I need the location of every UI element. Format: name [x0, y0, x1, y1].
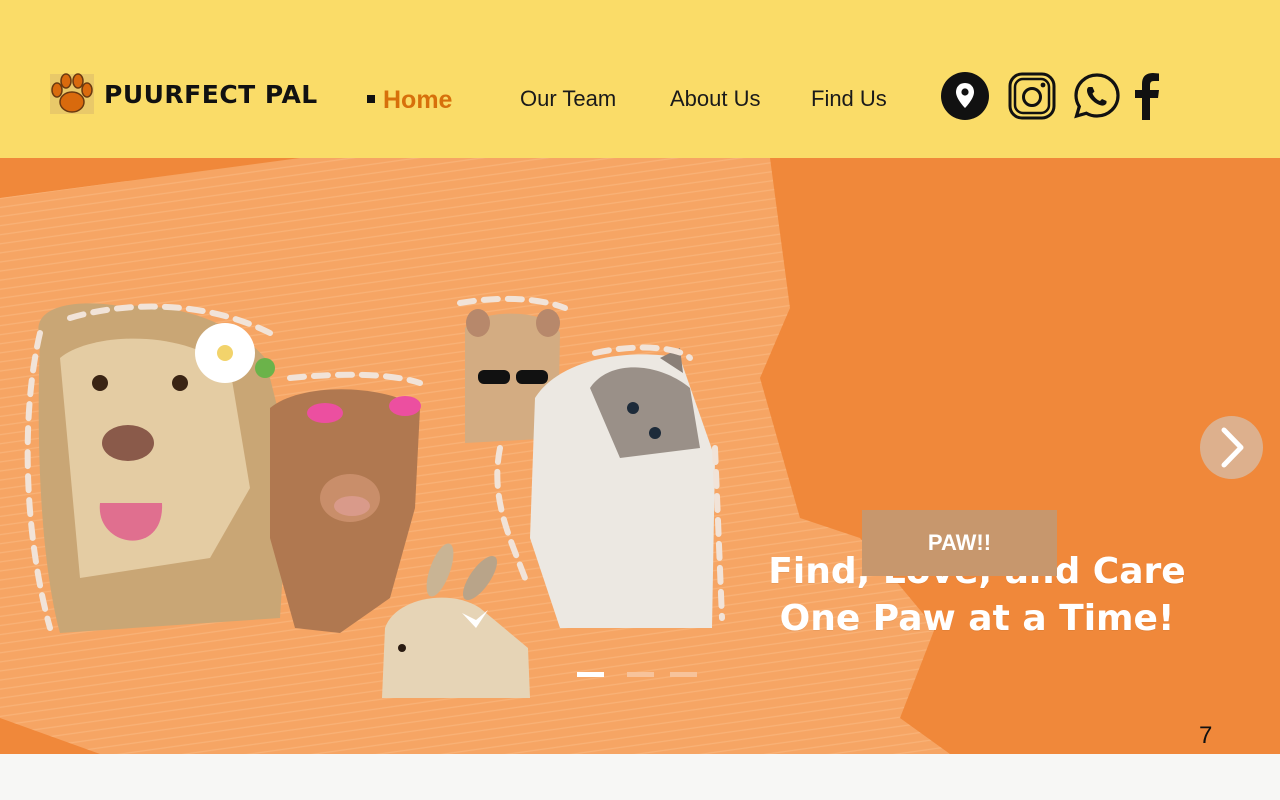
next-slide-button[interactable]	[1200, 416, 1263, 479]
slide-dot-3[interactable]	[670, 672, 697, 677]
slide-dot-2[interactable]	[627, 672, 654, 677]
rabbit-photo	[382, 543, 530, 698]
nav-about-us[interactable]: About Us	[670, 86, 761, 112]
whatsapp-icon[interactable]	[1073, 72, 1121, 120]
brand-name: PUURFECT PAL	[104, 79, 318, 109]
paw-button[interactable]: PAW!!	[862, 510, 1057, 576]
dog-photo	[38, 303, 290, 633]
page-number: 7	[1199, 722, 1213, 749]
location-pin-icon[interactable]	[941, 72, 989, 120]
hero-headline-line-2: One Paw at a Time!	[779, 598, 1175, 639]
pet-collage	[24, 295, 725, 698]
instagram-icon[interactable]	[1008, 72, 1056, 120]
next-section-edge	[0, 754, 1280, 800]
site-header: PUURFECT PAL Home Our Team About Us Find…	[0, 0, 1280, 158]
chevron-right-icon	[1221, 427, 1244, 468]
slide-dot-1[interactable]	[577, 672, 604, 677]
calf-photo	[270, 389, 421, 633]
paw-icon	[50, 73, 94, 114]
cat-photo	[530, 348, 715, 628]
nav-find-us[interactable]: Find Us	[811, 86, 887, 112]
nav-home[interactable]: Home	[383, 86, 452, 115]
brand-logo[interactable]: PUURFECT PAL	[48, 70, 318, 118]
nav-our-team[interactable]: Our Team	[520, 86, 616, 112]
hero-banner: Find, Love, and Care One Paw at a Time! …	[0, 158, 1280, 754]
active-nav-bullet	[367, 95, 375, 103]
facebook-icon[interactable]	[1134, 72, 1160, 120]
